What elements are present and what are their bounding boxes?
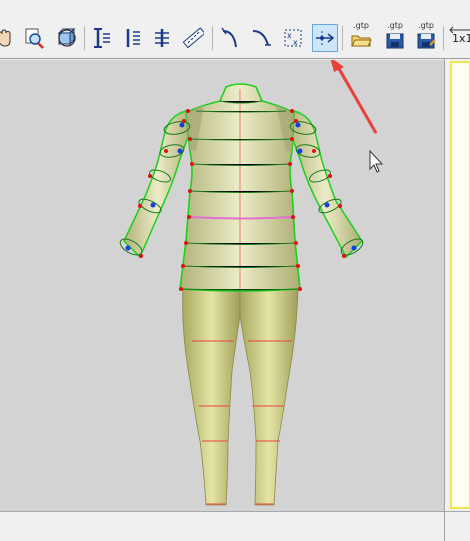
bottom-divider xyxy=(444,512,445,541)
svg-text:x: x xyxy=(287,31,292,40)
zoom-icon xyxy=(25,28,44,49)
save-gtp-button[interactable]: .gtp xyxy=(382,21,408,52)
rotate-view-button[interactable] xyxy=(54,24,80,52)
open-gtp-icon xyxy=(351,35,372,47)
right-panel xyxy=(444,59,470,511)
toolbar: x x .gtp .gtp .gtp 1x1 xyxy=(0,0,470,59)
rotate-view-icon xyxy=(57,27,76,47)
toolbar-separator xyxy=(443,26,444,50)
curve-left-button[interactable] xyxy=(218,24,244,52)
scale-label[interactable]: 1x1 xyxy=(452,32,470,45)
insert-point-button[interactable] xyxy=(312,24,338,52)
right-panel-highlight xyxy=(450,61,470,509)
points-grid-icon: x x xyxy=(284,29,302,47)
vertical-measure-button[interactable] xyxy=(89,24,115,52)
save-gtp-icon xyxy=(386,33,404,49)
3d-viewport[interactable] xyxy=(0,59,444,512)
vertical-measure-icon xyxy=(94,28,110,48)
vertical-lines-icon xyxy=(155,29,169,47)
zoom-tool-button[interactable] xyxy=(22,24,48,52)
open-gtp-button[interactable]: .gtp xyxy=(348,21,374,52)
toolbar-separator xyxy=(212,26,213,50)
toolbar-separator xyxy=(84,26,85,50)
annotation-arrow xyxy=(330,60,378,134)
hand-icon xyxy=(0,29,11,47)
ruler-button[interactable] xyxy=(180,24,206,52)
gtp-label: .gtp xyxy=(387,21,403,30)
save-as-gtp-icon xyxy=(417,33,436,49)
gtp-label: .gtp xyxy=(418,21,434,30)
hand-tool-button[interactable] xyxy=(0,24,18,52)
curve-right-button[interactable] xyxy=(248,24,274,52)
curve-right-icon xyxy=(252,30,271,46)
ruler-icon xyxy=(182,27,204,49)
bottom-panel xyxy=(0,511,470,541)
vertical-lines-button[interactable] xyxy=(149,24,175,52)
toolbar-separator xyxy=(342,26,343,50)
curve-left-icon xyxy=(221,27,237,48)
insert-point-icon xyxy=(316,31,335,45)
save-as-gtp-button[interactable]: .gtp xyxy=(413,21,439,52)
mouse-cursor-icon xyxy=(369,149,384,173)
vertical-points-button[interactable] xyxy=(119,24,145,52)
gtp-label: .gtp xyxy=(353,21,369,30)
right-leg xyxy=(239,288,299,506)
svg-text:x: x xyxy=(293,38,298,47)
left-leg xyxy=(182,288,241,506)
vertical-points-icon xyxy=(126,29,140,47)
avatar-model[interactable] xyxy=(0,60,444,512)
points-grid-button[interactable]: x x xyxy=(280,24,306,52)
